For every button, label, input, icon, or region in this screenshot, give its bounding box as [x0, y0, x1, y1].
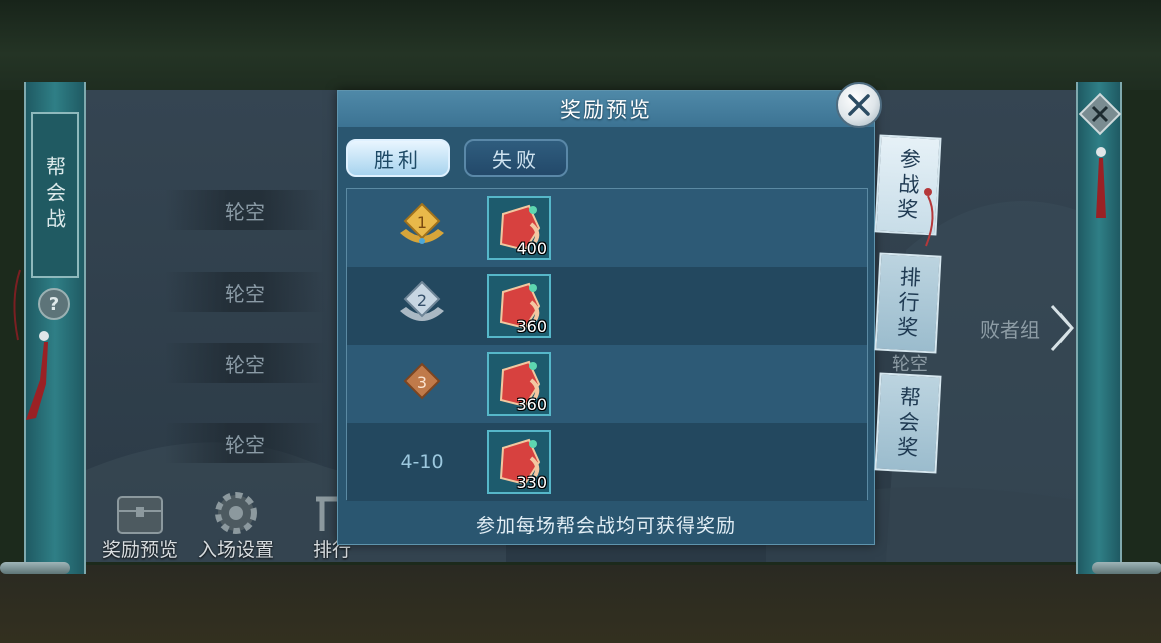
- item-count: 360: [516, 395, 547, 414]
- scroll-cap-right: [1092, 562, 1161, 574]
- gold-medal-icon: 1: [387, 189, 457, 267]
- side-tab-ranking[interactable]: 排行奖: [874, 252, 942, 354]
- reward-item[interactable]: 360: [487, 274, 551, 338]
- reward-item[interactable]: 330: [487, 430, 551, 494]
- bracket-slot: 轮空: [165, 423, 325, 463]
- item-count: 330: [516, 473, 547, 492]
- bracket-slot: 轮空: [165, 343, 325, 383]
- rank-number: 2: [417, 291, 427, 310]
- rank-number: 1: [417, 213, 427, 232]
- close-button[interactable]: [836, 82, 882, 128]
- loser-group-label: 败者组: [980, 318, 1040, 342]
- entry-settings-button[interactable]: 入场设置: [186, 485, 286, 562]
- table-row: 4-10 330: [347, 423, 867, 501]
- entry-settings-label: 入场设置: [197, 539, 274, 561]
- tab-ribbon-icon: [924, 188, 934, 247]
- loser-group-slot: 轮空: [892, 354, 928, 375]
- background-ground: [0, 565, 1161, 643]
- item-count: 400: [516, 239, 547, 258]
- rank-label: 4-10: [400, 451, 444, 473]
- tab-victory[interactable]: 胜利: [346, 139, 450, 177]
- bracket-slot: 轮空: [165, 190, 325, 230]
- bracket-slot: 轮空: [165, 272, 325, 312]
- reward-item[interactable]: 400: [487, 196, 551, 260]
- table-row: 2 360: [347, 267, 867, 345]
- tassel-left-icon: [13, 269, 49, 420]
- background-forest: [0, 0, 1161, 90]
- reward-preview-dialog: 奖励预览 胜利 失败 1 400 2 360 3 360 4-10 330 参加…: [337, 90, 875, 545]
- rank-number: 3: [417, 373, 427, 392]
- reward-preview-label: 奖励预览: [101, 539, 178, 561]
- reward-preview-button[interactable]: 奖励预览: [90, 485, 190, 562]
- tassel-right-icon: [1096, 147, 1106, 218]
- silver-medal-icon: 2: [387, 267, 457, 345]
- table-row: 3 360: [347, 345, 867, 423]
- dialog-footer-note: 参加每场帮会战均可获得奖励: [475, 514, 736, 537]
- bronze-medal-icon: 3: [387, 345, 457, 423]
- reward-table: 1 400 2 360 3 360 4-10 330: [346, 188, 868, 501]
- tab-defeat[interactable]: 失败: [464, 139, 568, 177]
- treasure-chest-icon: [112, 485, 168, 541]
- table-row: 1 400: [347, 189, 867, 267]
- side-tab-guild[interactable]: 帮会奖: [874, 372, 942, 474]
- dialog-title: 奖励预览: [560, 98, 652, 122]
- item-count: 360: [516, 317, 547, 336]
- close-icon: [848, 94, 870, 116]
- exit-close-icon[interactable]: [1078, 92, 1122, 136]
- scroll-cap-left: [0, 562, 70, 574]
- reward-item[interactable]: 360: [487, 352, 551, 416]
- guild-war-title: 帮会战: [31, 112, 79, 278]
- chevron-right-icon[interactable]: [1046, 302, 1078, 354]
- gear-icon: [208, 485, 264, 541]
